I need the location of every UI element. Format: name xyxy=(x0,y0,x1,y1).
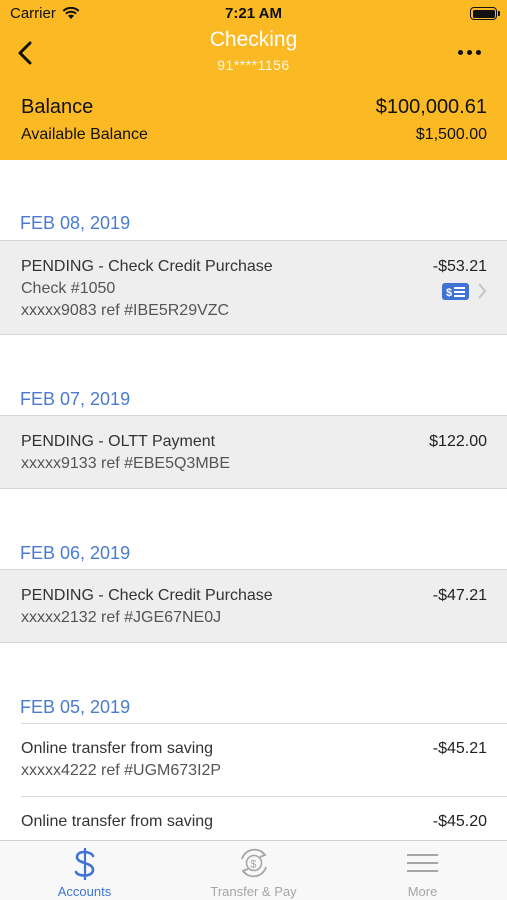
available-balance-value: $1,500.00 xyxy=(415,126,487,143)
transaction-title: PENDING - Check Credit Purchase xyxy=(21,587,273,604)
transaction-amount: -$45.21 xyxy=(432,740,487,757)
account-header: Carrier 7:21 AM Checking 91****1156 Bala… xyxy=(0,0,507,160)
date-header: FEB 07, 2019 xyxy=(20,389,131,409)
transaction-amount: $122.00 xyxy=(429,433,487,450)
tab-label: More xyxy=(407,884,438,899)
transaction-amount: -$45.20 xyxy=(432,813,487,830)
svg-text:$: $ xyxy=(446,287,452,299)
tab-bar: Accounts $ Transfer & Pay More xyxy=(0,840,507,900)
balance-label: Balance xyxy=(21,96,94,118)
transaction-title: PENDING - Check Credit Purchase xyxy=(21,258,273,275)
transaction-title: Online transfer from saving xyxy=(21,740,214,757)
transaction-row[interactable]: PENDING - Check Credit Purchase Check #1… xyxy=(0,240,507,335)
check-image-icon[interactable]: $ xyxy=(442,283,469,300)
transaction-check-number: Check #1050 xyxy=(21,280,116,297)
status-time: 7:21 AM xyxy=(225,5,282,22)
transaction-reference: xxxxx9133 ref #EBE5Q3MBE xyxy=(21,455,230,472)
transaction-reference: xxxxx2132 ref #JGE67NE0J xyxy=(21,609,222,626)
transaction-row[interactable]: PENDING - Check Credit Purchase xxxxx213… xyxy=(0,569,507,643)
tab-label: Transfer & Pay xyxy=(210,884,297,899)
transaction-amount: -$47.21 xyxy=(432,587,487,604)
date-header: FEB 08, 2019 xyxy=(20,213,131,233)
transaction-row[interactable]: Online transfer from saving xxxxx4222 re… xyxy=(0,724,507,796)
page-title: Checking xyxy=(209,28,298,51)
tab-transfer-pay[interactable]: $ Transfer & Pay xyxy=(169,841,338,900)
transaction-amount: -$53.21 xyxy=(432,258,487,275)
balance-value: $100,000.61 xyxy=(375,96,487,118)
date-header: FEB 05, 2019 xyxy=(20,697,131,717)
transaction-reference: xxxxx4222 ref #UGM673I2P xyxy=(21,762,222,779)
more-options-icon[interactable] xyxy=(458,50,481,55)
date-header: FEB 06, 2019 xyxy=(20,543,131,563)
transaction-title: PENDING - OLTT Payment xyxy=(21,433,216,450)
chevron-right-icon xyxy=(478,283,487,299)
transaction-reference: xxxxx9083 ref #IBE5R29VZC xyxy=(21,302,230,319)
nav-bar: Checking 91****1156 xyxy=(0,28,507,78)
battery-icon xyxy=(470,7,500,20)
tab-accounts[interactable]: Accounts xyxy=(0,841,169,900)
tab-more[interactable]: More xyxy=(338,841,507,900)
svg-text:$: $ xyxy=(250,859,256,871)
tab-label: Accounts xyxy=(57,884,112,899)
hamburger-icon xyxy=(407,854,438,872)
transaction-row[interactable]: Online transfer from saving -$45.20 xyxy=(0,797,507,840)
dollar-icon xyxy=(74,848,95,880)
transaction-row[interactable]: PENDING - OLTT Payment xxxxx9133 ref #EB… xyxy=(0,415,507,489)
available-balance-label: Available Balance xyxy=(21,126,148,143)
transaction-title: Online transfer from saving xyxy=(21,813,214,830)
account-number: 91****1156 xyxy=(217,57,290,73)
status-bar: Carrier 7:21 AM xyxy=(0,0,507,28)
transfer-dollar-icon: $ xyxy=(241,848,267,878)
